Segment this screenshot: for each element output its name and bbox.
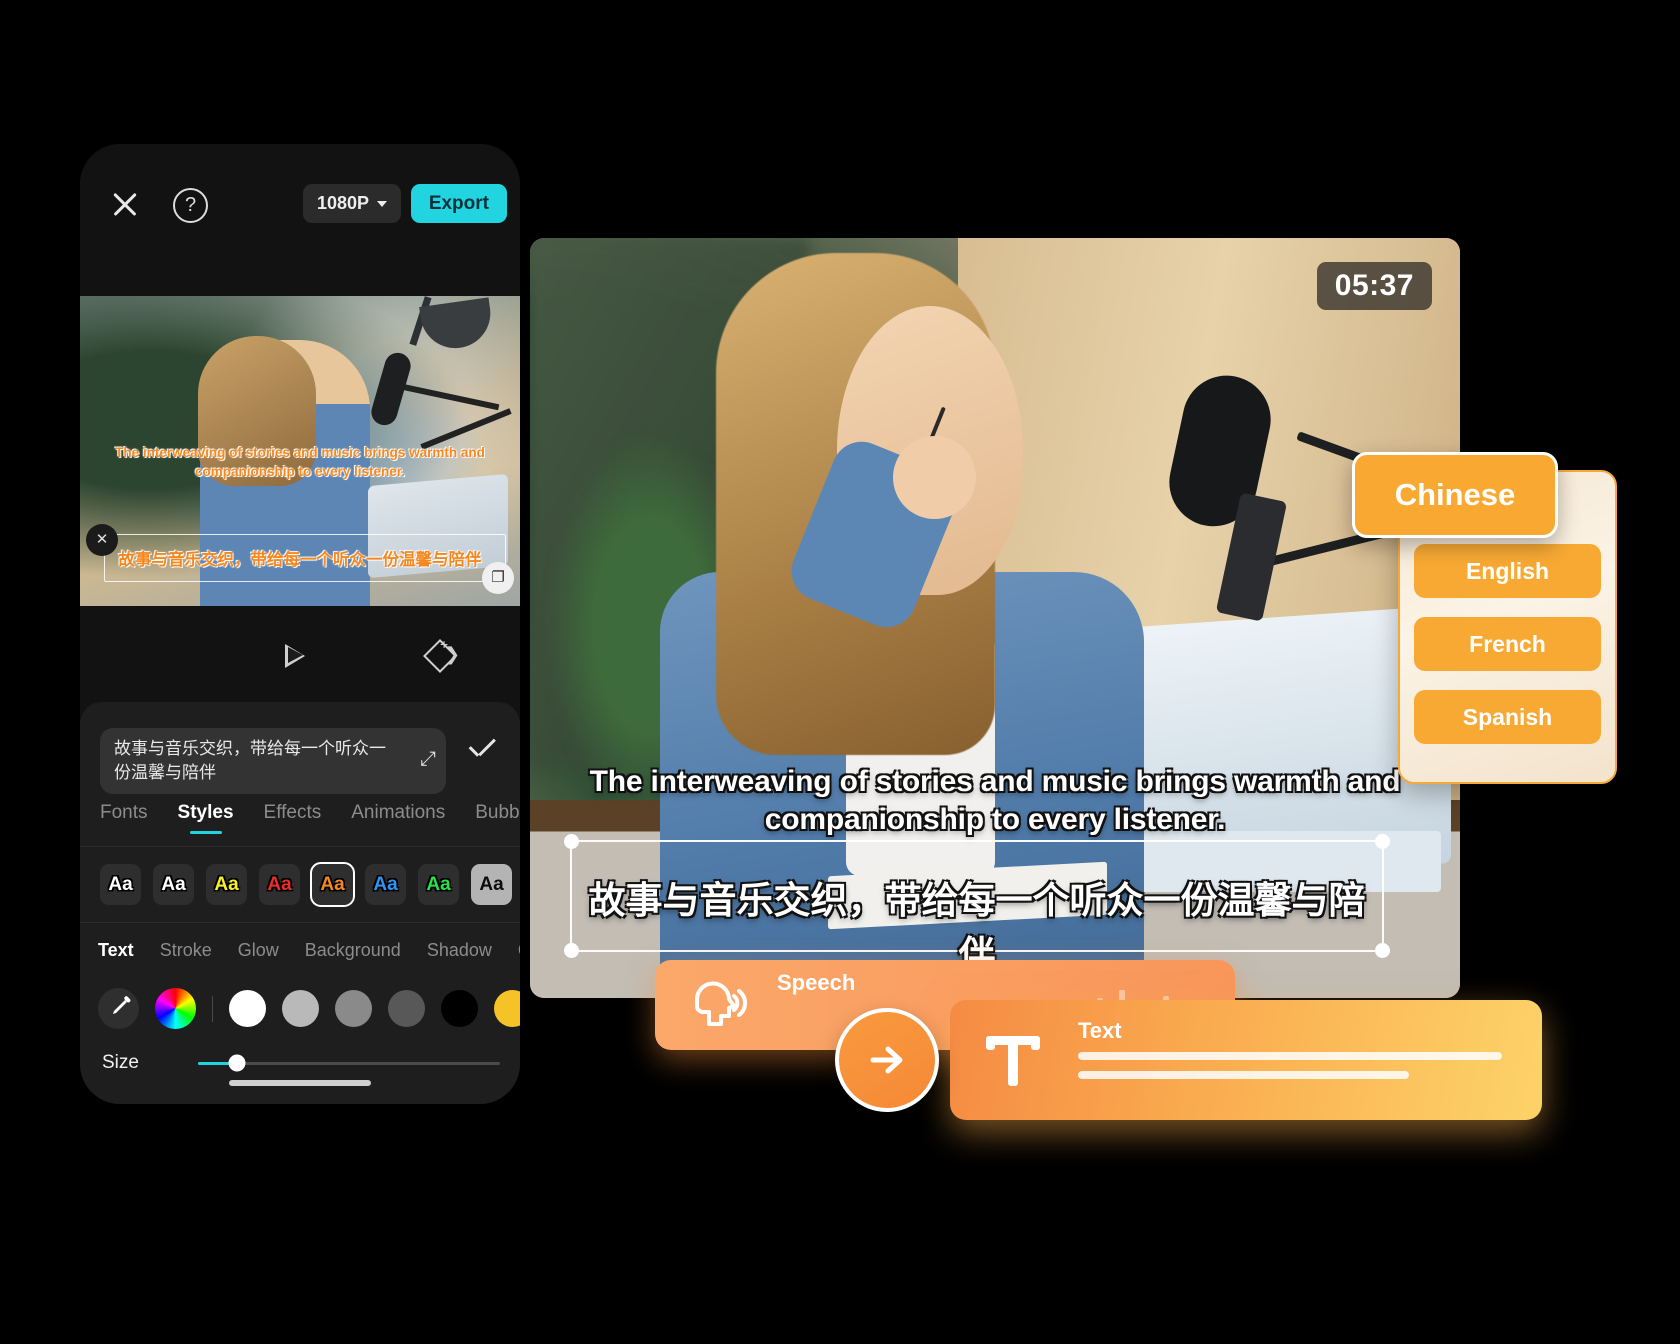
video-timer: 05:37	[1316, 262, 1432, 310]
color-swatches	[229, 990, 520, 1027]
tab-animations[interactable]: Animations	[351, 802, 445, 834]
expand-icon[interactable]: ⤢	[420, 748, 436, 771]
style-swatch-row: AaAaAaAaAaAaAaAaAa	[100, 862, 520, 907]
video-preview[interactable]: 05:37 The interweaving of stories and mu…	[530, 238, 1460, 998]
prop-tab-background[interactable]: Background	[305, 940, 401, 961]
confirm-check-icon[interactable]	[468, 744, 498, 760]
play-icon-inner	[288, 647, 303, 664]
language-selected-chinese[interactable]: Chinese	[1352, 452, 1558, 538]
help-circle-icon[interactable]: ?	[173, 188, 208, 223]
color-swatch-6[interactable]	[494, 990, 520, 1027]
resolution-selector[interactable]: 1080P	[302, 184, 401, 223]
style-swatch-2[interactable]: Aa	[153, 864, 194, 905]
resolution-label: 1080P	[316, 193, 369, 213]
phone-mockup: ? 1080P Export The interweaving of stori…	[80, 144, 520, 1104]
prop-tab-text[interactable]: Text	[98, 940, 134, 961]
divider	[80, 846, 520, 847]
phone-topbar: ? 1080P Export	[80, 144, 520, 249]
phone-playback-row: ❯ +	[80, 614, 520, 706]
chevron-down-icon	[377, 200, 387, 207]
text-banner: Text	[950, 1000, 1542, 1120]
color-swatch-5[interactable]	[441, 990, 478, 1027]
prop-tab-stroke[interactable]: Stroke	[160, 940, 212, 961]
slider-size-track[interactable]	[198, 1054, 500, 1072]
subtitle-selection-box[interactable]: 故事与音乐交织，带给每一个听众一份温馨与陪伴	[564, 834, 1390, 975]
resize-handle-top-left[interactable]	[564, 834, 579, 849]
language-option-french[interactable]: French	[1414, 617, 1601, 671]
prop-tab-curve[interactable]: Curve	[518, 940, 520, 961]
style-swatch-6[interactable]: Aa	[365, 864, 406, 905]
close-icon[interactable]	[110, 189, 140, 219]
slider-size-label: Size	[102, 1052, 139, 1073]
style-swatch-1[interactable]: Aa	[100, 864, 141, 905]
slider-size[interactable]: Size	[102, 1052, 500, 1074]
text-lines-decoration	[1078, 1052, 1502, 1090]
prop-tab-glow[interactable]: Glow	[238, 940, 279, 961]
export-button[interactable]: Export	[410, 184, 507, 223]
style-swatch-8[interactable]: Aa	[471, 864, 512, 905]
add-keyframe-icon[interactable]: ❯ +	[423, 636, 460, 673]
preview-subtitle-cn: 故事与音乐交织，带给每一个听众一份温馨与陪伴	[118, 551, 482, 569]
language-option-english[interactable]: English	[1414, 544, 1601, 598]
duplicate-subtitle-icon[interactable]: ❐	[482, 562, 514, 594]
color-swatch-3[interactable]	[335, 990, 372, 1027]
resize-handle-top-right[interactable]	[1375, 834, 1390, 849]
tab-bubble[interactable]: Bubble	[475, 802, 520, 834]
person-hand	[892, 435, 977, 520]
phone-video-preview[interactable]: The interweaving of stories and music br…	[80, 296, 520, 606]
text-t-icon	[980, 1026, 1046, 1092]
video-subtitle-en: The interweaving of stories and music br…	[589, 765, 1401, 836]
speech-label: Speech	[777, 970, 856, 995]
style-swatch-5[interactable]: Aa	[310, 862, 355, 907]
color-wheel-icon[interactable]	[155, 988, 196, 1029]
divider-2	[80, 922, 520, 923]
color-swatch-1[interactable]	[229, 990, 266, 1027]
export-label: Export	[428, 192, 489, 214]
slider-size-knob[interactable]	[228, 1054, 246, 1072]
divider-3	[212, 995, 213, 1022]
editor-tabs: Fonts Styles Effects Animations Bubble	[100, 802, 520, 834]
home-indicator	[229, 1080, 371, 1086]
language-option-spanish[interactable]: Spanish	[1414, 690, 1601, 744]
text-label: Text	[1078, 1018, 1122, 1043]
speaking-head-icon	[687, 976, 747, 1036]
color-row	[98, 988, 520, 1029]
color-swatch-2[interactable]	[282, 990, 319, 1027]
tab-effects[interactable]: Effects	[264, 802, 322, 834]
phone-editor-panel: 故事与音乐交织，带给每一个听众一份温馨与陪伴 ⤢ Fonts Styles Ef…	[80, 702, 520, 1104]
subtitle-text-input[interactable]: 故事与音乐交织，带给每一个听众一份温馨与陪伴	[100, 728, 446, 795]
eyedropper-icon[interactable]	[98, 988, 139, 1029]
tab-styles[interactable]: Styles	[178, 802, 234, 834]
style-swatch-4[interactable]: Aa	[259, 864, 300, 905]
prop-tab-shadow[interactable]: Shadow	[427, 940, 492, 961]
color-swatch-4[interactable]	[388, 990, 425, 1027]
style-swatch-7[interactable]: Aa	[418, 864, 459, 905]
tab-fonts[interactable]: Fonts	[100, 802, 148, 834]
arrow-right-icon[interactable]	[835, 1008, 939, 1112]
delete-subtitle-icon[interactable]: ✕	[86, 524, 118, 556]
preview-subtitle-en: The interweaving of stories and music br…	[115, 445, 485, 479]
property-tab-row: Text Stroke Glow Background Shadow Curve	[98, 940, 520, 961]
style-swatch-3[interactable]: Aa	[206, 864, 247, 905]
